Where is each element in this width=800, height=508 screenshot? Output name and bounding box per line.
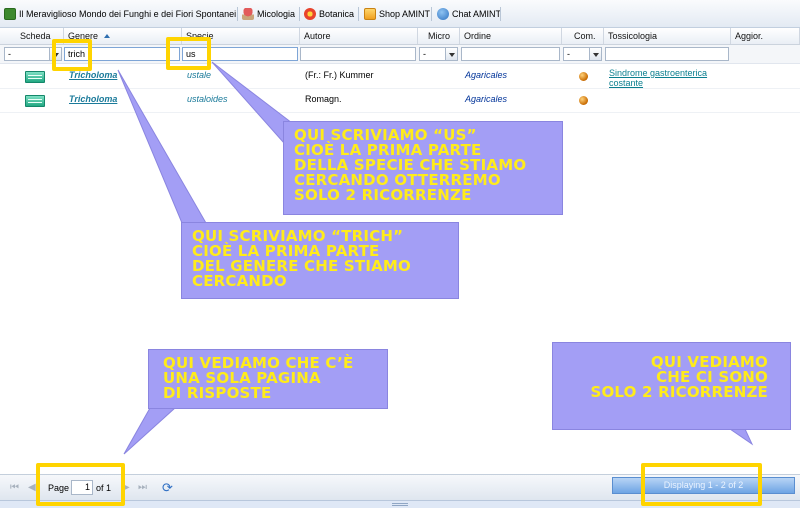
page-indicator-highlight xyxy=(36,463,125,506)
genere-callout: QUI SCRIVIAMO “trich” CIOÈ LA PRIMA PART… xyxy=(181,222,459,299)
genere-callout-pointer xyxy=(117,69,207,224)
genere-filter-highlight xyxy=(52,39,92,71)
specie-callout-pointer xyxy=(211,61,293,154)
pages-callout: QUI VEDIAMO CHE C’È UNA SOLA PAGINA DI R… xyxy=(148,349,388,409)
specie-filter-highlight xyxy=(166,37,211,70)
displaying-count-highlight xyxy=(641,463,762,506)
specie-callout: QUI SCRIVIAMO “us” CIOÈ LA PRIMA PARTE D… xyxy=(283,121,563,215)
pages-callout-pointer xyxy=(123,407,177,455)
count-callout-pointer xyxy=(728,428,754,446)
count-callout: QUI VEDIAMO CHE CI SONO SOLO 2 RICORRENZ… xyxy=(552,342,791,430)
